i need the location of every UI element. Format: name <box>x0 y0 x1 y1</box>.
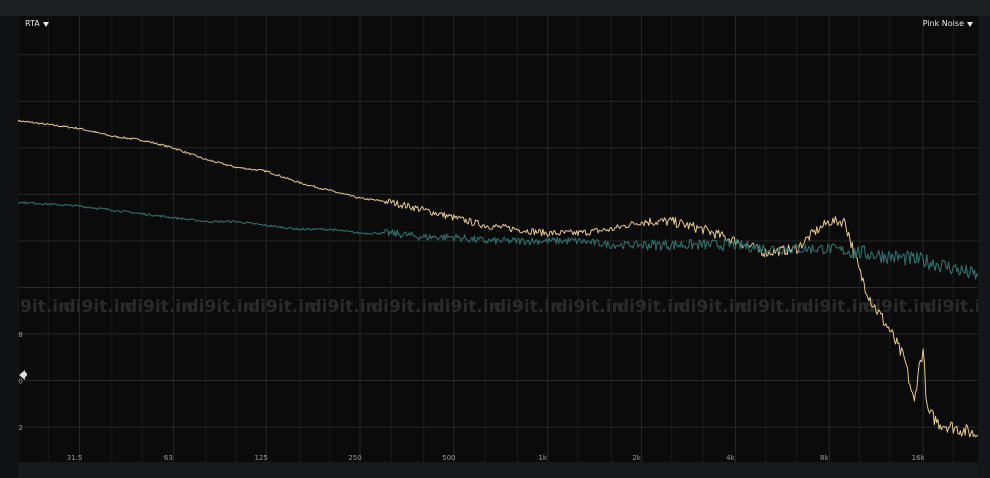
watermark-text: di9it.in <box>556 297 624 317</box>
rta-mode-dropdown[interactable]: RTA <box>25 19 49 29</box>
rta-analyzer-window: di9it.indi9it.indi9it.indi9it.indi9it.in… <box>0 0 990 478</box>
level-marker-dot[interactable] <box>22 372 27 377</box>
x-tick-label: 2k <box>632 454 641 462</box>
watermark-text: di9it.in <box>187 297 255 317</box>
spectrum-plot: di9it.indi9it.indi9it.indi9it.indi9it.in… <box>18 16 978 462</box>
watermark-text: di9it.in <box>64 297 132 317</box>
chevron-down-icon <box>42 21 49 27</box>
x-tick-label: 4k <box>726 454 735 462</box>
watermark-text: di9it.in <box>125 297 193 317</box>
watermark-text: di9it.in <box>18 297 70 317</box>
x-tick-label: 1k <box>538 454 547 462</box>
watermark-text: di9it.in <box>248 297 316 317</box>
watermark-row: di9it.indi9it.indi9it.indi9it.indi9it.in… <box>18 297 978 317</box>
watermark-text: di9it.in <box>617 297 685 317</box>
watermark-text: di9it.in <box>310 297 378 317</box>
x-tick-label: 125 <box>254 454 267 462</box>
top-toolbar <box>0 0 990 17</box>
x-tick-label: 500 <box>442 454 455 462</box>
watermark-text: di9it.in <box>925 297 979 317</box>
signal-type-dropdown[interactable]: Pink Noise <box>923 19 973 29</box>
right-scroll-strip[interactable] <box>978 16 990 478</box>
watermark-text: di9it.in <box>494 297 562 317</box>
x-tick-label: 16k <box>912 454 926 462</box>
watermark-text: di9it.in <box>371 297 439 317</box>
x-tick-label: 250 <box>348 454 361 462</box>
chevron-down-icon <box>967 21 973 27</box>
watermark-text: di9it.in <box>679 297 747 317</box>
x-tick-label: 31.5 <box>67 454 83 462</box>
y-tick-label: -132 <box>18 424 23 432</box>
watermark-text: di9it.in <box>433 297 501 317</box>
rta-mode-label: RTA <box>25 19 40 28</box>
left-axis-strip <box>0 16 18 478</box>
x-tick-label: 63 <box>164 454 173 462</box>
signal-type-label: Pink Noise <box>922 19 964 28</box>
watermark-text: di9it.in <box>802 297 870 317</box>
y-tick-label: -108 <box>18 331 23 339</box>
x-tick-label: 8k <box>820 454 829 462</box>
watermark-text: di9it.in <box>740 297 808 317</box>
spectrum-chart: di9it.indi9it.indi9it.indi9it.indi9it.in… <box>18 16 978 462</box>
